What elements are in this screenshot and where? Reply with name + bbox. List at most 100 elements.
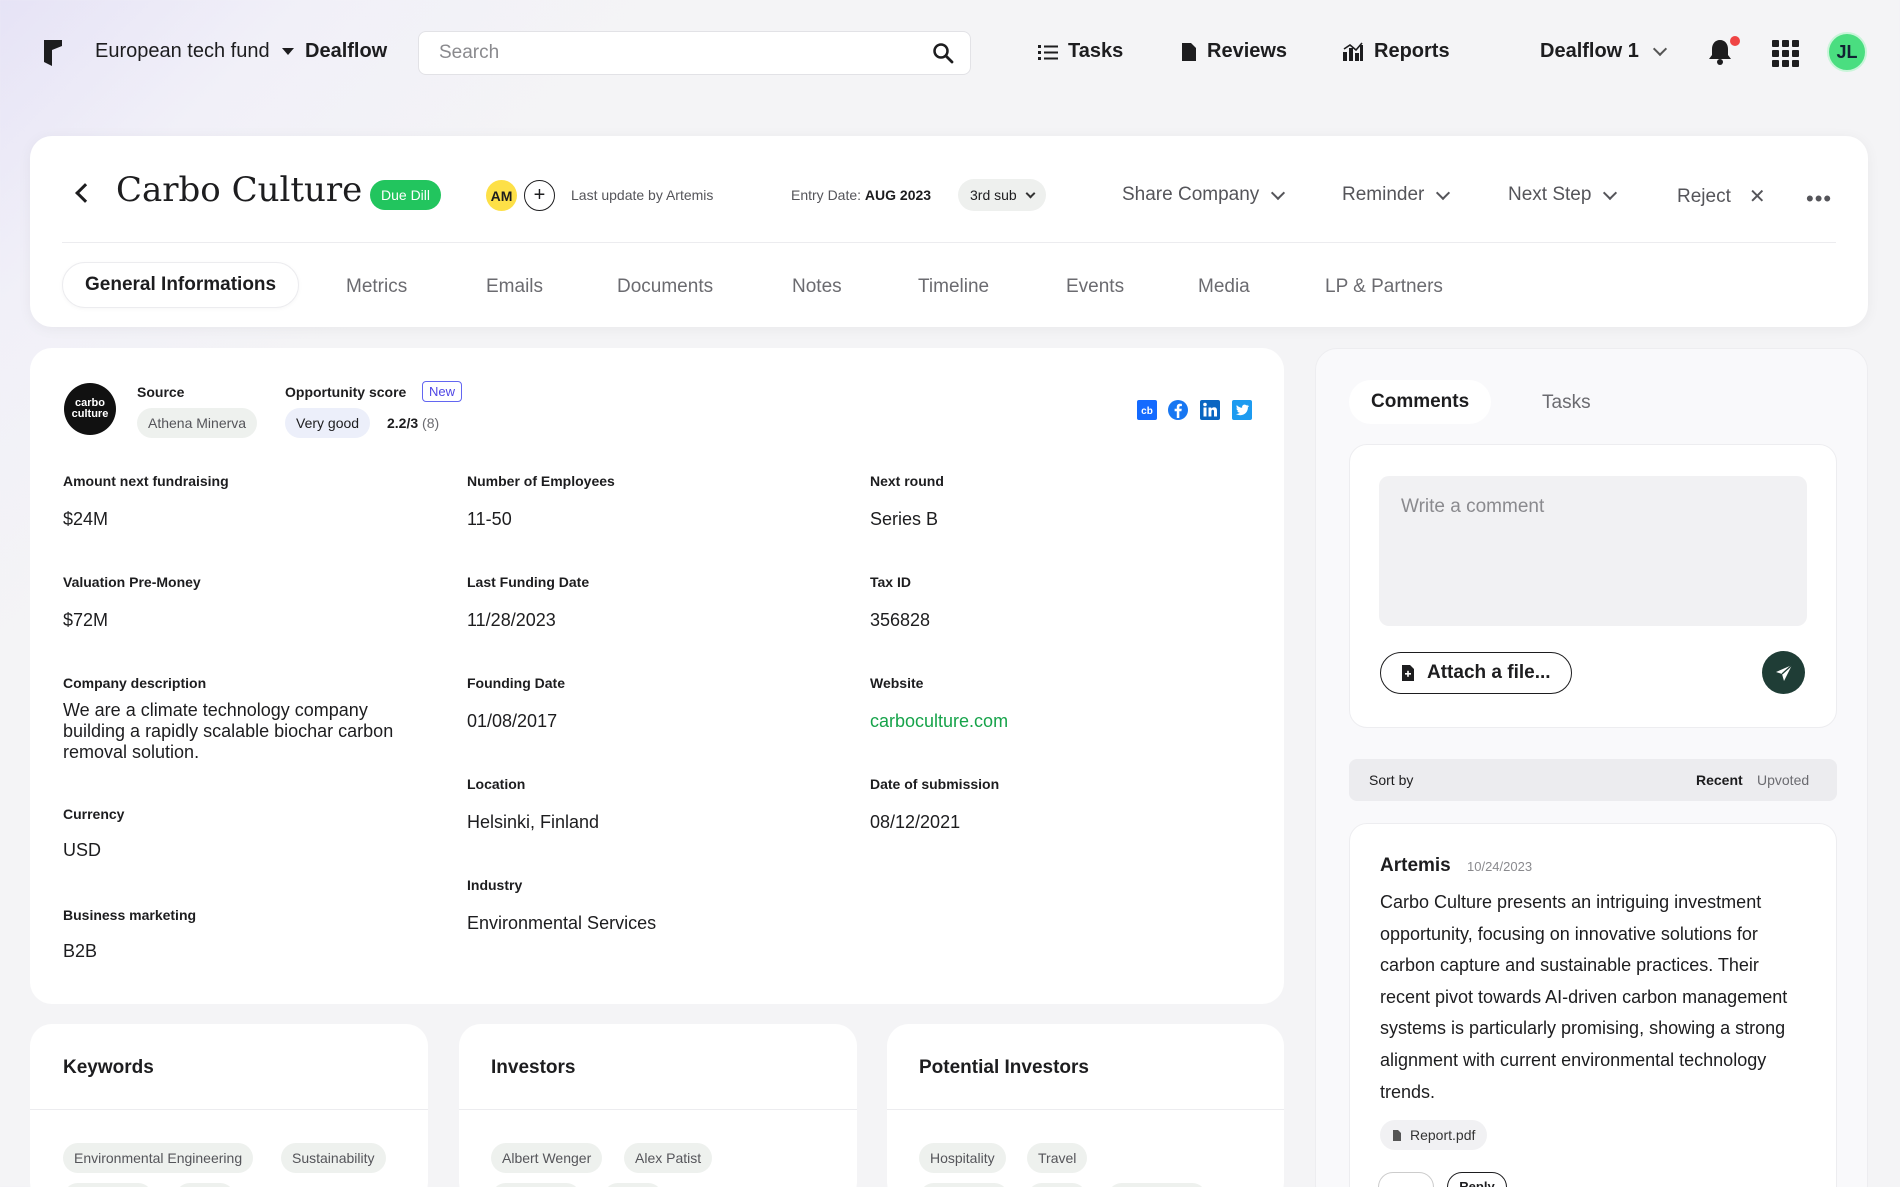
- submission-date-label: Date of submission: [870, 776, 1000, 792]
- tab-timeline[interactable]: Timeline: [918, 276, 989, 298]
- tab-tasks[interactable]: Tasks: [1542, 392, 1591, 414]
- tab-general-informations[interactable]: General Informations: [62, 262, 300, 308]
- marketing-value: B2B: [63, 941, 98, 961]
- comment-text: Carbo Culture presents an intriguing inv…: [1380, 892, 1788, 1102]
- reply-button[interactable]: Reply: [1447, 1172, 1507, 1187]
- reminder-dropdown[interactable]: Reminder: [1342, 184, 1451, 206]
- investor-chip[interactable]: Albert Wenger: [491, 1143, 603, 1173]
- last-update-text: Last update by Artemis: [571, 187, 714, 203]
- amount-value: $24M: [63, 509, 109, 529]
- potential-investor-chip[interactable]: [919, 1183, 1009, 1187]
- potential-investor-chip[interactable]: [1027, 1183, 1087, 1187]
- submission-label: 3rd sub: [970, 187, 1017, 203]
- header-divider: [62, 242, 1836, 243]
- website-link[interactable]: carboculture.com: [870, 711, 1008, 732]
- apps-grid-icon[interactable]: [1772, 40, 1799, 67]
- website-label: Website: [870, 675, 924, 691]
- stage-badge[interactable]: Due Dill: [370, 180, 442, 210]
- potential-investor-chip[interactable]: [1107, 1183, 1207, 1187]
- founding-value: 01/08/2017: [467, 711, 558, 731]
- tab-media[interactable]: Media: [1198, 276, 1250, 298]
- amount-label: Amount next fundraising: [63, 473, 229, 489]
- reject-label: Reject: [1677, 185, 1731, 207]
- chevron-down-icon: [1271, 185, 1286, 200]
- notification-dot: [1730, 36, 1740, 46]
- fund-selector[interactable]: European tech fund: [95, 40, 294, 63]
- tab-comments[interactable]: Comments: [1349, 380, 1492, 424]
- comment-attachment[interactable]: Report.pdf: [1380, 1120, 1488, 1150]
- close-icon: ✕: [1748, 186, 1766, 208]
- tab-emails[interactable]: Emails: [486, 276, 543, 298]
- twitter-icon[interactable]: [1231, 399, 1253, 421]
- tab-lp-partners[interactable]: LP & Partners: [1325, 276, 1443, 298]
- keyword-chip[interactable]: Environmental Engineering: [63, 1143, 254, 1173]
- upvote-button[interactable]: [1378, 1172, 1434, 1187]
- tab-documents[interactable]: Documents: [617, 276, 713, 298]
- search-input[interactable]: [439, 42, 899, 64]
- nav-tasks[interactable]: Tasks: [1038, 40, 1123, 63]
- company-header-card: [30, 136, 1868, 327]
- source-label: Source: [137, 384, 185, 400]
- chart-icon: [1343, 41, 1363, 61]
- top-navigation: European tech fund Dealflow Tasks Review…: [0, 0, 1900, 110]
- add-owner-button[interactable]: +: [524, 180, 555, 211]
- location-value: Helsinki, Finland: [467, 812, 600, 832]
- keyword-chip[interactable]: [63, 1183, 153, 1187]
- sort-upvoted-option[interactable]: Upvoted: [1757, 772, 1809, 788]
- general-info-card: [30, 348, 1284, 1004]
- next-step-dropdown[interactable]: Next Step: [1508, 184, 1618, 206]
- potential-investor-chip[interactable]: Hospitality: [919, 1143, 1006, 1173]
- bell-icon[interactable]: [1707, 38, 1733, 66]
- share-company-label: Share Company: [1122, 184, 1260, 205]
- attach-file-label: Attach a file...: [1427, 662, 1551, 683]
- linkedin-icon[interactable]: [1199, 399, 1221, 421]
- investor-chip[interactable]: Alex Patist: [624, 1143, 713, 1173]
- crunchbase-icon[interactable]: cb: [1136, 399, 1158, 421]
- sort-by-label: Sort by: [1369, 772, 1414, 788]
- location-label: Location: [467, 776, 526, 792]
- submission-selector[interactable]: 3rd sub: [958, 179, 1046, 211]
- app-logo-icon[interactable]: [42, 38, 64, 68]
- nav-reviews[interactable]: Reviews: [1181, 40, 1287, 63]
- description-label: Company description: [63, 675, 207, 691]
- company-logo: carbo culture: [64, 383, 116, 435]
- search-bar: [418, 31, 971, 75]
- last-funding-value: 11/28/2023: [467, 610, 556, 630]
- employees-label: Number of Employees: [467, 473, 615, 489]
- score-rating-chip: Very good: [285, 408, 371, 438]
- comment-input[interactable]: [1379, 476, 1807, 626]
- currency-label: Currency: [63, 806, 125, 822]
- user-avatar[interactable]: JL: [1827, 32, 1867, 72]
- more-options-icon[interactable]: •••: [1806, 186, 1832, 212]
- keyword-chip[interactable]: Sustainability: [281, 1143, 386, 1173]
- tax-id-label: Tax ID: [870, 574, 911, 590]
- investors-title: Investors: [491, 1057, 576, 1078]
- sort-recent-option[interactable]: Recent: [1696, 772, 1743, 788]
- tab-events[interactable]: Events: [1066, 276, 1124, 298]
- search-icon[interactable]: [932, 42, 954, 64]
- attachment-name: Report.pdf: [1410, 1127, 1476, 1143]
- tab-metrics[interactable]: Metrics: [346, 276, 407, 298]
- nav-reports[interactable]: Reports: [1342, 40, 1450, 63]
- dealflow-selector[interactable]: Dealflow 1: [1540, 40, 1667, 63]
- source-chip[interactable]: Athena Minerva: [137, 408, 258, 438]
- company-title: Carbo Culture: [116, 170, 363, 210]
- reject-button[interactable]: Reject ✕: [1677, 184, 1766, 209]
- potential-investor-chip[interactable]: Travel: [1027, 1143, 1088, 1173]
- list-icon: [1038, 44, 1058, 60]
- share-company-dropdown[interactable]: Share Company: [1122, 184, 1286, 206]
- investor-chip[interactable]: [603, 1183, 663, 1187]
- last-funding-label: Last Funding Date: [467, 574, 590, 590]
- keyword-chip[interactable]: [175, 1183, 235, 1187]
- attach-file-button[interactable]: Attach a file...: [1380, 652, 1572, 694]
- chevron-down-icon: [1652, 41, 1667, 57]
- facebook-icon[interactable]: [1167, 399, 1189, 421]
- send-comment-button[interactable]: [1762, 651, 1805, 694]
- investor-chip[interactable]: [491, 1183, 581, 1187]
- owner-avatar[interactable]: AM: [486, 180, 517, 211]
- tab-notes[interactable]: Notes: [792, 276, 842, 298]
- dealflow-link[interactable]: Dealflow: [305, 40, 387, 63]
- file-icon: [1393, 1129, 1401, 1141]
- reminder-label: Reminder: [1342, 184, 1425, 205]
- investors-divider: [459, 1109, 857, 1110]
